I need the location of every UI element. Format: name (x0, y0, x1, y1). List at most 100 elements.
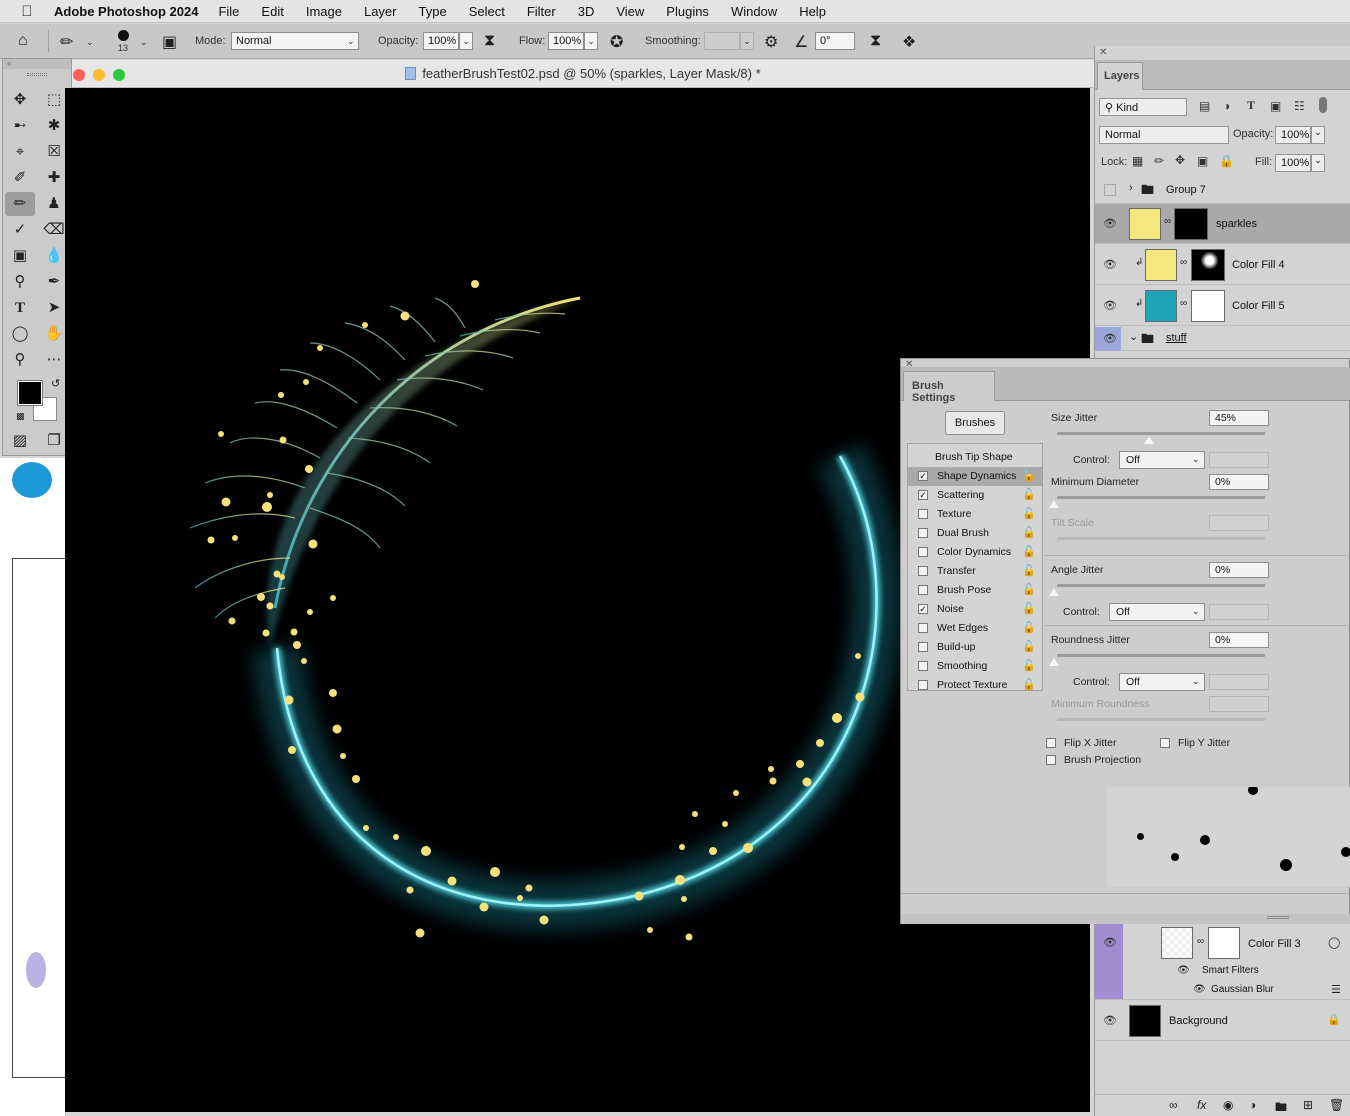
adjustment-layer-icon[interactable]: ◑ (1249, 1098, 1256, 1112)
checkbox[interactable] (918, 661, 928, 671)
lock-artboard-icon[interactable]: ▣ (1197, 154, 1208, 168)
lock-icon[interactable]: 🔓 (1022, 507, 1036, 520)
pressure-opacity-icon[interactable]: ⧗ (484, 32, 495, 50)
type-tool-icon[interactable]: T (5, 296, 35, 320)
layer-mask-thumbnail[interactable] (1208, 927, 1240, 959)
checkbox[interactable] (918, 547, 928, 557)
lock-transparency-icon[interactable]: ▦ (1132, 154, 1143, 168)
brush-settings-toggle-icon[interactable]: ▣ (162, 32, 177, 52)
menu-edit[interactable]: Edit (261, 4, 283, 19)
flow-field[interactable]: 100% (548, 32, 584, 50)
angle-jitter-slider-knob[interactable] (1049, 588, 1059, 596)
smart-object-filter-icon[interactable]: ☷ (1294, 99, 1305, 113)
gaussian-blur-row[interactable]: 👁 Gaussian Blur ☰ (1095, 981, 1350, 1000)
chevron-down-icon[interactable]: ⌄ (140, 37, 148, 48)
menu-3d[interactable]: 3D (578, 4, 595, 19)
chevron-down-icon[interactable]: ⌄ (1129, 330, 1138, 343)
checkbox[interactable] (918, 566, 928, 576)
checkbox-checked[interactable]: ✓ (918, 604, 928, 614)
lock-icon[interactable]: 🔓 (1022, 488, 1036, 501)
eyedropper-tool-icon[interactable]: ✐ (5, 166, 35, 190)
quick-mask-icon[interactable]: ▨ (5, 429, 35, 453)
layer-row-group-7[interactable]: › 🖿 Group 7 (1095, 176, 1350, 204)
visibility-toggle-off[interactable] (1104, 184, 1116, 196)
grip-icon[interactable] (27, 73, 47, 76)
angle-control-select[interactable]: Off (1109, 603, 1205, 621)
layer-mask-thumbnail[interactable] (1191, 249, 1225, 281)
wet-edges-item[interactable]: Wet Edges 🔓 (908, 619, 1042, 638)
link-layers-icon[interactable]: ∞ (1169, 1098, 1178, 1112)
layer-row-stuff[interactable]: 👁 ⌄ 🖿 stuff (1095, 327, 1350, 351)
smoothing-dropdown-chevron[interactable]: ⌄ (740, 32, 754, 50)
lock-icon[interactable]: 🔓 (1022, 583, 1036, 596)
lock-icon[interactable]: 🔓 (1022, 621, 1036, 634)
eye-icon[interactable]: 👁 (1103, 1014, 1117, 1027)
ellipse-tool-icon[interactable]: ◯ (5, 322, 35, 346)
layer-style-icon[interactable]: fx (1197, 1098, 1206, 1112)
size-jitter-slider[interactable] (1057, 432, 1265, 435)
link-icon[interactable]: ∞ (1197, 936, 1204, 947)
build-up-item[interactable]: Build-up 🔓 (908, 638, 1042, 657)
flow-dropdown-chevron[interactable]: ⌄ (584, 32, 598, 50)
lock-icon[interactable]: 🔓 (1022, 545, 1036, 558)
minimum-diameter-slider-knob[interactable] (1049, 500, 1059, 508)
eye-icon[interactable]: 👁 (1103, 258, 1117, 271)
flip-y-jitter-checkbox[interactable] (1160, 738, 1170, 748)
lock-all-icon[interactable]: 🔒 (1219, 154, 1234, 168)
checkbox[interactable] (918, 528, 928, 538)
noise-item[interactable]: ✓ Noise 🔓 (908, 600, 1042, 619)
menu-layer[interactable]: Layer (364, 4, 397, 19)
symmetry-icon[interactable]: ❖ (902, 32, 916, 52)
size-jitter-slider-knob[interactable] (1144, 436, 1154, 444)
new-layer-icon[interactable]: ⊞ (1303, 1098, 1313, 1112)
layer-row-color-fill-4[interactable]: 👁 ↲ ∞ Color Fill 4 (1095, 245, 1350, 285)
menu-filter[interactable]: Filter (527, 4, 556, 19)
smart-filters-row[interactable]: 👁 Smart Filters (1095, 962, 1350, 981)
transfer-item[interactable]: Transfer 🔓 (908, 562, 1042, 581)
lock-icon[interactable]: 🔓 (1022, 678, 1036, 691)
layer-row-color-fill-3[interactable]: 👁 ∞ Color Fill 3 ◯ (1095, 924, 1350, 962)
menu-help[interactable]: Help (799, 4, 826, 19)
brush-tool-icon[interactable]: ✏ (5, 192, 35, 216)
home-icon[interactable]: ⌂ (18, 32, 28, 50)
lasso-tool-icon[interactable]: ➸ (5, 114, 35, 138)
angle-jitter-slider[interactable] (1057, 584, 1265, 587)
minimum-diameter-field[interactable]: 0% (1209, 474, 1269, 490)
menu-select[interactable]: Select (469, 4, 505, 19)
shape-filter-icon[interactable]: ▣ (1270, 99, 1281, 113)
layer-mask-thumbnail[interactable] (1191, 290, 1225, 322)
lock-icon[interactable]: 🔓 (1022, 526, 1036, 539)
tab-brush-settings[interactable]: Brush Settings (903, 371, 995, 404)
angle-jitter-field[interactable]: 0% (1209, 562, 1269, 578)
filter-options-icon[interactable]: ☰ (1331, 983, 1341, 996)
default-colors-icon[interactable]: ▩ (16, 411, 25, 422)
gear-icon[interactable]: ⚙ (764, 32, 778, 52)
checkbox[interactable] (918, 680, 928, 690)
link-icon[interactable]: ∞ (1180, 257, 1187, 268)
eye-icon[interactable]: 👁 (1103, 217, 1117, 230)
pixel-filter-icon[interactable]: ▤ (1199, 99, 1210, 113)
layer-row-background[interactable]: 👁 Background 🔒 (1095, 1001, 1350, 1041)
tab-layers[interactable]: Layers (1097, 62, 1143, 90)
layer-mask-thumbnail[interactable] (1174, 208, 1208, 240)
menu-image[interactable]: Image (306, 4, 342, 19)
checkbox-checked[interactable]: ✓ (918, 490, 928, 500)
move-tool-icon[interactable]: ✥ (5, 88, 35, 112)
layer-filter-kind[interactable]: ⚲ Kind (1099, 98, 1187, 116)
opacity-field[interactable]: 100% (423, 32, 459, 50)
swap-colors-icon[interactable]: ↺ (51, 377, 60, 390)
type-filter-icon[interactable]: T (1247, 98, 1255, 113)
chevron-right-icon[interactable]: › (1129, 182, 1133, 194)
mode-select[interactable]: Normal (231, 32, 359, 50)
link-icon[interactable]: ∞ (1180, 298, 1187, 309)
checkbox[interactable] (918, 509, 928, 519)
roundness-jitter-field[interactable]: 0% (1209, 632, 1269, 648)
roundness-jitter-slider[interactable] (1057, 654, 1265, 657)
chevron-down-icon[interactable]: ⌄ (1311, 154, 1325, 172)
filter-toggle-icon[interactable] (1319, 97, 1327, 113)
gradient-tool-icon[interactable]: ▣ (5, 244, 35, 268)
eye-icon[interactable]: 👁 (1193, 984, 1206, 995)
scattering-item[interactable]: ✓ Scattering 🔓 (908, 486, 1042, 505)
brush-pose-item[interactable]: Brush Pose 🔓 (908, 581, 1042, 600)
protect-texture-item[interactable]: Protect Texture 🔓 (908, 676, 1042, 691)
